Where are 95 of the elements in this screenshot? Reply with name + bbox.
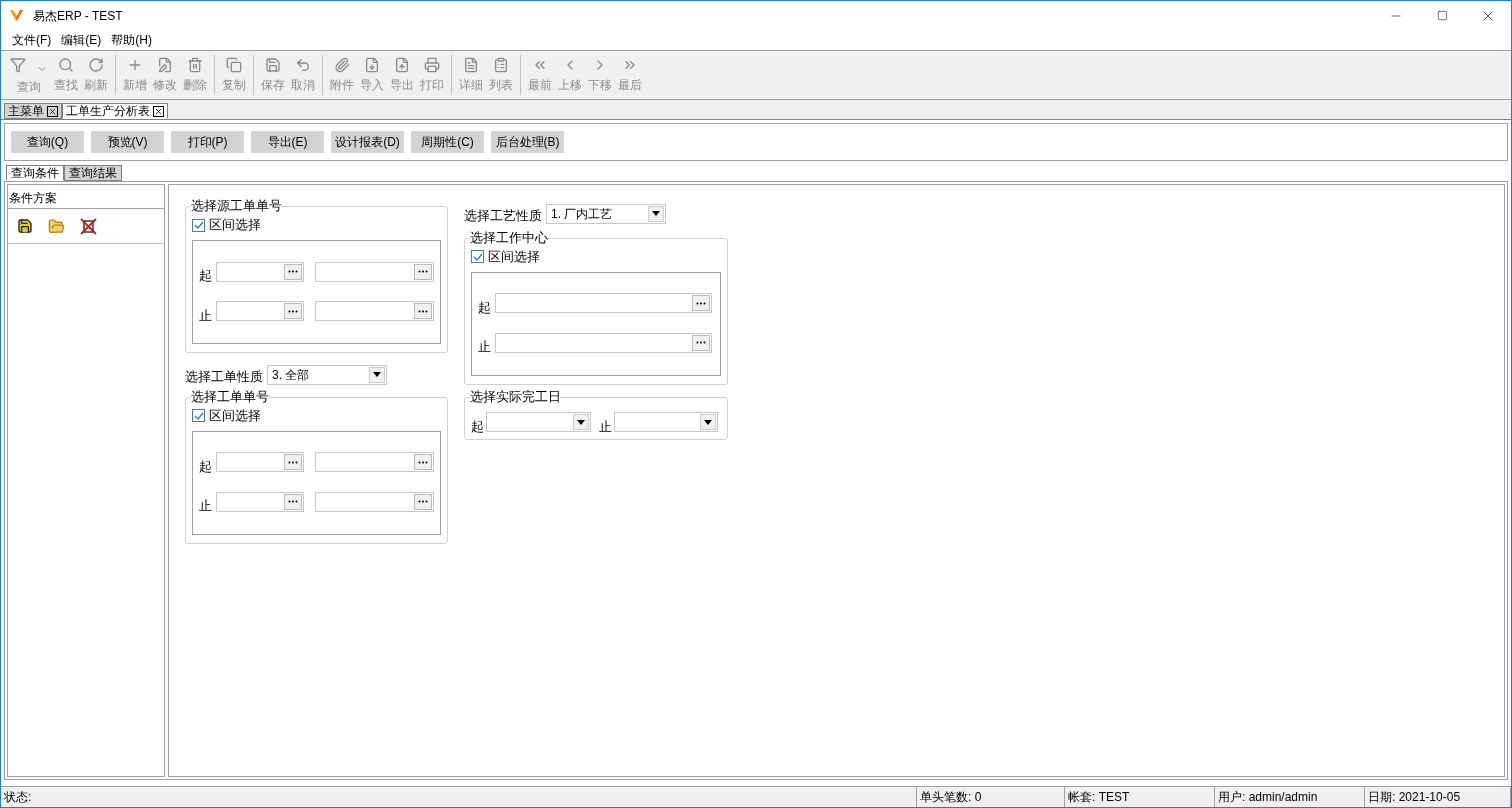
ellipsis-icon (287, 460, 298, 464)
checkbox-label: 区间选择 (488, 247, 540, 266)
dropdown-field[interactable]: 3. 全部 (267, 364, 387, 385)
lookup-field[interactable] (215, 261, 304, 282)
undo-icon (295, 56, 311, 73)
status-text: 单头笔数: 0 (917, 787, 1065, 807)
document-tab[interactable]: 主菜单 (4, 103, 62, 119)
range-label: 起 (199, 457, 213, 476)
ellipsis-icon (418, 460, 428, 464)
lookup-field[interactable] (314, 452, 434, 473)
range-label: 止 (478, 338, 492, 356)
document-icon (463, 56, 479, 73)
close-icon[interactable] (153, 105, 164, 117)
checkbox[interactable] (192, 218, 205, 232)
lookup-field[interactable] (495, 293, 712, 314)
menu-item[interactable]: 文件(F) (12, 31, 52, 49)
menu-item[interactable]: 编辑(E) (61, 31, 102, 49)
document-tab[interactable]: 工单生产分析表 (62, 103, 168, 119)
ellipsis-button[interactable] (414, 493, 432, 510)
lookup-field[interactable] (495, 332, 712, 353)
ellipsis-button[interactable] (283, 493, 302, 510)
lookup-field[interactable] (215, 491, 304, 512)
file-up-icon (394, 56, 410, 73)
action-button[interactable]: 周期性(C) (411, 131, 484, 153)
printer-icon (424, 56, 440, 73)
ellipsis-button[interactable] (692, 295, 710, 312)
delete-icon[interactable] (80, 217, 97, 235)
lookup-field[interactable] (314, 261, 434, 282)
ellipsis-icon (418, 500, 428, 504)
status-text: 日期: 2021-10-05 (1365, 787, 1511, 807)
checkbox[interactable] (471, 250, 484, 263)
ellipsis-icon (418, 309, 428, 313)
funnel-icon (10, 56, 26, 73)
ellipsis-button[interactable] (283, 263, 302, 280)
ellipsis-icon (418, 270, 428, 274)
file-down-icon (364, 56, 380, 73)
ellipsis-button[interactable] (283, 303, 302, 320)
paperclip-icon (334, 56, 350, 73)
group-title: 选择实际完工日 (470, 388, 561, 405)
ellipsis-button[interactable] (414, 303, 432, 320)
action-button[interactable]: 导出(E) (251, 131, 324, 153)
save-icon (265, 56, 281, 73)
menu-item[interactable]: 帮助(H) (111, 31, 152, 49)
action-button[interactable]: 预览(V) (91, 131, 164, 153)
trash-icon (187, 56, 203, 73)
dropdown-field[interactable] (614, 412, 718, 433)
group-title: 选择源工单单号 (191, 198, 282, 214)
field-label: 选择工艺性质 (464, 207, 542, 225)
lookup-field[interactable] (314, 301, 434, 322)
save-icon[interactable] (17, 218, 33, 234)
folder-icon[interactable] (48, 217, 65, 235)
lookup-field[interactable] (314, 491, 434, 512)
search-icon (58, 56, 74, 73)
file-pen-icon (157, 56, 173, 73)
checkbox-label: 区间选择 (209, 216, 261, 235)
dropdown-field[interactable] (486, 412, 591, 433)
status-text: 状态: (1, 787, 917, 807)
status-text: 帐套: TEST (1065, 787, 1215, 807)
ellipsis-button[interactable] (414, 263, 432, 280)
range-label: 起 (478, 298, 492, 317)
range-label: 止 (199, 306, 213, 325)
clipboard-icon (493, 56, 509, 73)
lookup-field[interactable] (215, 452, 304, 473)
action-button[interactable]: 设计报表(D) (331, 131, 404, 153)
group-title: 选择工作中心 (470, 229, 548, 246)
checkbox-label: 区间选择 (209, 406, 261, 425)
ellipsis-button[interactable] (692, 334, 710, 351)
window-title: 易杰ERP - TEST (33, 7, 123, 25)
refresh-icon (88, 56, 104, 73)
action-button[interactable]: 后台处理(B) (491, 131, 564, 153)
logo-icon (10, 9, 23, 22)
panel-title: 条件方案 (8, 185, 164, 209)
close-icon[interactable] (47, 105, 58, 117)
tab[interactable]: 查询结果 (64, 165, 122, 181)
range-label: 起 (199, 267, 213, 285)
group-title: 选择工单单号 (191, 388, 269, 405)
copy-icon (226, 56, 242, 73)
tab[interactable]: 查询条件 (6, 165, 64, 181)
range-label: 止 (199, 497, 213, 515)
checkbox[interactable] (192, 409, 205, 422)
action-button[interactable]: 打印(P) (171, 131, 244, 153)
date-label: 止 (599, 417, 612, 436)
ellipsis-icon (287, 309, 298, 313)
field-label: 选择工单性质 (185, 368, 263, 386)
lookup-field[interactable] (215, 301, 304, 322)
ellipsis-button[interactable] (414, 454, 432, 471)
action-button[interactable]: 查询(Q) (11, 131, 84, 153)
date-label: 起 (471, 417, 484, 436)
ellipsis-icon (696, 341, 706, 345)
ellipsis-button[interactable] (283, 454, 302, 471)
dropdown-field[interactable]: 1. 厂内工艺 (546, 203, 666, 224)
ellipsis-icon (287, 500, 298, 504)
ellipsis-icon (287, 270, 298, 274)
status-text: 用户: admin/admin (1215, 787, 1365, 807)
ellipsis-icon (696, 301, 706, 305)
